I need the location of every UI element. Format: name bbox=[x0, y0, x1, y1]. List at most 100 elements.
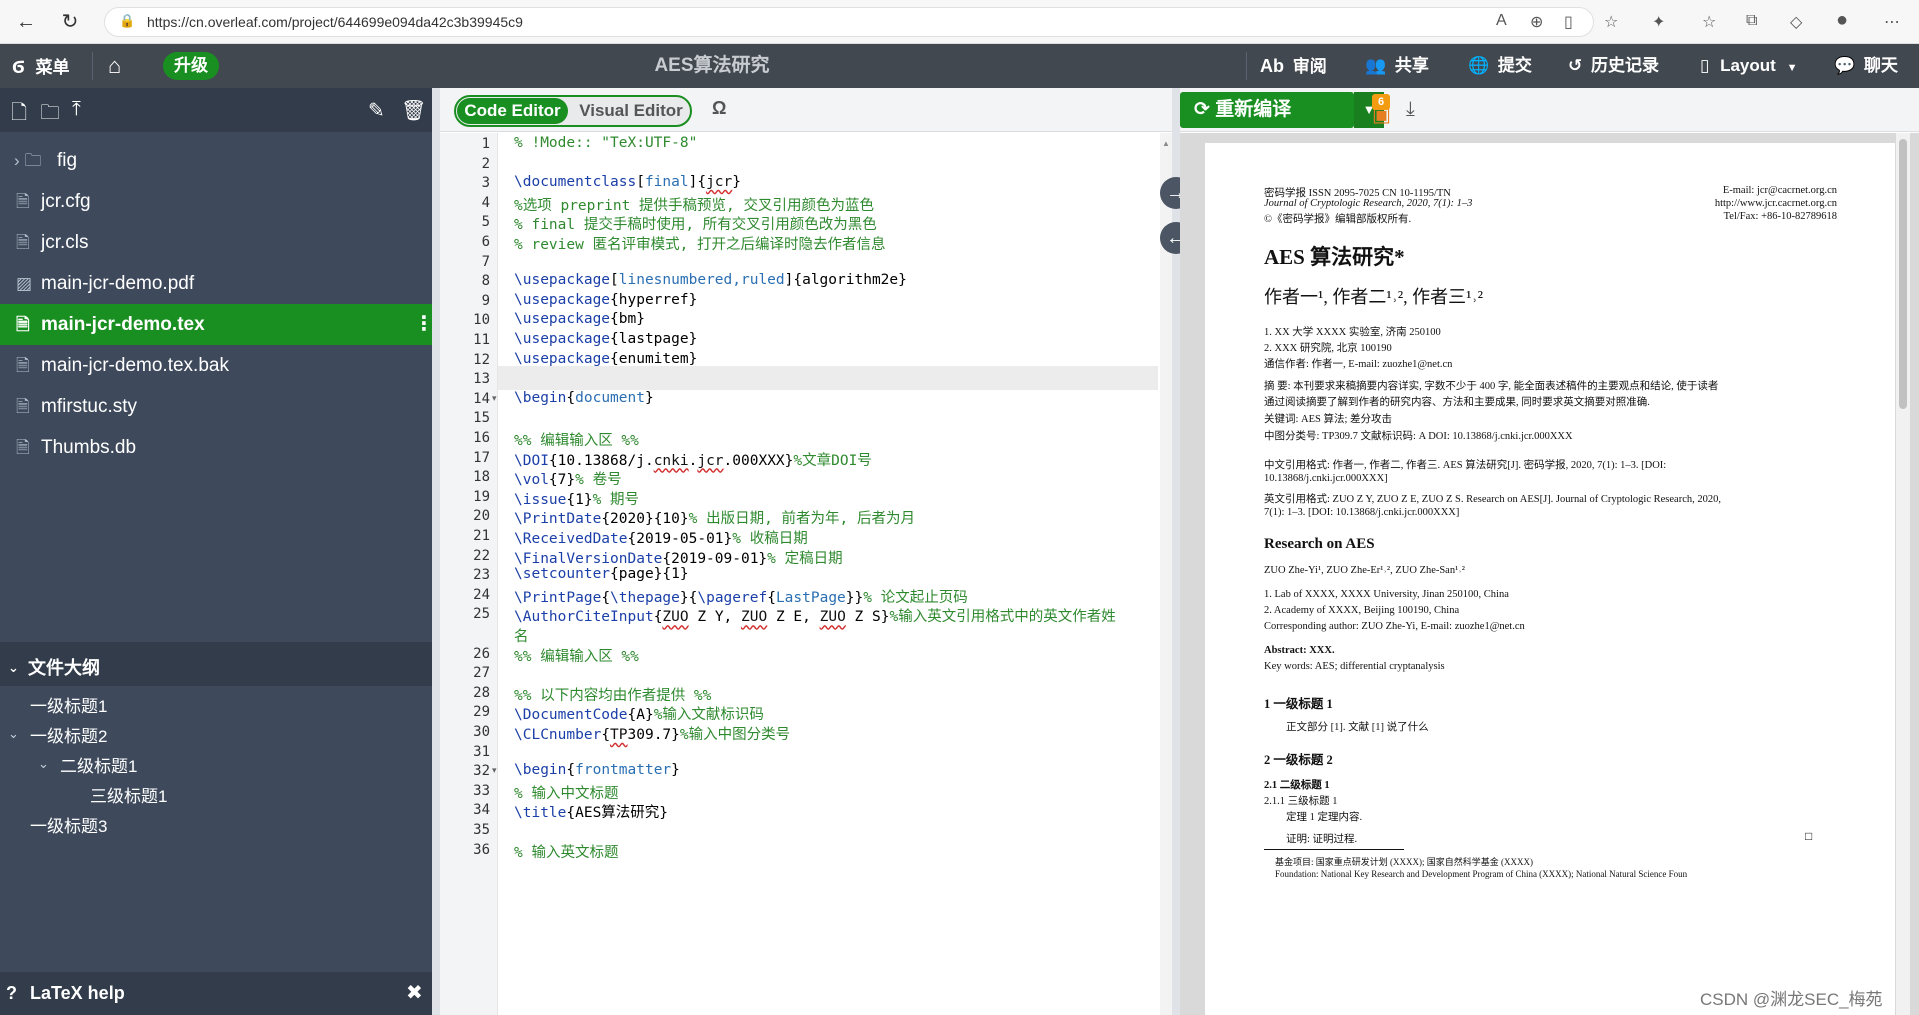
code-line[interactable]: \PrintPage{\thepage}{\pageref{LastPage}}… bbox=[514, 586, 968, 607]
pdf-preview[interactable]: 密码学报 ISSN 2095-7025 CN 10-1195/TN Journa… bbox=[1180, 133, 1919, 1015]
new-folder-icon[interactable]: 🗀 bbox=[40, 98, 60, 132]
outline-item[interactable]: 一级标题3 bbox=[30, 812, 107, 842]
code-line[interactable]: %% 编辑输入区 %% bbox=[514, 429, 639, 450]
code-line[interactable]: \usepackage{bm} bbox=[514, 311, 645, 327]
review-button[interactable]: Ab 审阅 bbox=[1260, 44, 1327, 88]
outline-item[interactable]: 三级标题1 bbox=[90, 782, 167, 812]
code-line[interactable]: %% 以下内容均由作者提供 %% bbox=[514, 684, 711, 705]
code-line[interactable]: \ReceivedDate{2019-05-01}% 收稿日期 bbox=[514, 527, 808, 548]
editor-scrollbar[interactable]: ▲ bbox=[1160, 133, 1172, 1015]
chevron-down-icon[interactable]: ⌄ bbox=[8, 719, 19, 749]
history-button[interactable]: ↺ 历史记录 bbox=[1568, 44, 1659, 88]
line-number: 5 bbox=[481, 214, 490, 231]
split-screen-icon[interactable]: ▯ bbox=[1564, 12, 1573, 32]
download-pdf-icon[interactable]: ⤓ bbox=[1406, 98, 1415, 121]
code-line[interactable]: \DOI{10.13868/j.cnki.jcr.000XXX}%文章DOI号 bbox=[514, 449, 872, 470]
visual-editor-tab[interactable]: Visual Editor bbox=[576, 98, 686, 124]
zoom-icon[interactable]: ⊕ bbox=[1530, 12, 1543, 32]
line-number: 13 bbox=[473, 371, 490, 388]
code-line[interactable]: \FinalVersionDate{2019-09-01}% 定稿日期 bbox=[514, 547, 843, 568]
code-line[interactable]: \usepackage{hyperref} bbox=[514, 292, 697, 308]
layout-button[interactable]: ▯ Layout ▼ bbox=[1700, 44, 1797, 88]
close-icon[interactable]: ✖ bbox=[406, 972, 423, 1015]
file-item[interactable]: 🗎 main-jcr-demo.tex ⋮ bbox=[0, 304, 434, 345]
code-line[interactable]: % !Mode:: "TeX:UTF-8" bbox=[514, 135, 697, 151]
code-line[interactable]: % 输入英文标题 bbox=[514, 841, 618, 862]
code-line[interactable]: \begin{frontmatter} bbox=[514, 762, 680, 778]
file-item[interactable]: 🗎 main-jcr-demo.tex.bak bbox=[0, 345, 432, 386]
pdf-scrollbar[interactable] bbox=[1896, 133, 1910, 1015]
code-line[interactable]: \CLCnumber{TP309.7}%输入中图分类号 bbox=[514, 723, 790, 744]
code-line[interactable]: % 输入中文标题 bbox=[514, 782, 618, 803]
share-button[interactable]: 👥 共享 bbox=[1365, 44, 1429, 88]
file-menu-kebab-icon[interactable]: ⋮ bbox=[414, 304, 434, 345]
code-line[interactable]: %选项 preprint 提供手稿预览, 交叉引用颜色为蓝色 bbox=[514, 194, 874, 215]
code-editor[interactable]: % !Mode:: "TeX:UTF-8"\documentclass[fina… bbox=[498, 133, 1158, 1015]
code-line[interactable]: \usepackage{enumitem} bbox=[514, 351, 697, 367]
home-icon[interactable]: ⌂ bbox=[108, 44, 121, 88]
code-line[interactable]: \setcounter{page}{1} bbox=[514, 566, 689, 582]
outline-item[interactable]: ⌄ 一级标题2 bbox=[8, 722, 107, 752]
active-line-highlight bbox=[498, 366, 1158, 391]
code-line[interactable]: \issue{1}% 期号 bbox=[514, 488, 639, 509]
outline-header[interactable]: ⌄ 文件大纲 bbox=[0, 650, 432, 686]
more-icon[interactable]: ⋯ bbox=[1884, 12, 1900, 32]
code-line[interactable]: \begin{document} bbox=[514, 390, 654, 406]
code-line-wrap[interactable]: 名 bbox=[514, 625, 529, 646]
back-icon[interactable]: ← bbox=[14, 10, 38, 34]
code-line[interactable]: \title{AES算法研究} bbox=[514, 801, 668, 822]
scroll-up-arrow-icon[interactable]: ▲ bbox=[1162, 139, 1170, 149]
favorite-icon[interactable]: ☆ bbox=[1604, 12, 1618, 32]
collections-icon[interactable]: ⧉ bbox=[1746, 12, 1757, 30]
rename-pencil-icon[interactable]: ✎ bbox=[368, 98, 385, 123]
browser-essentials-icon[interactable]: ◇ bbox=[1790, 12, 1802, 32]
code-line[interactable]: \documentclass[final]{jcr} bbox=[514, 174, 741, 190]
code-line[interactable]: \usepackage[linesnumbered,ruled]{algorit… bbox=[514, 272, 907, 288]
read-aloud-icon[interactable]: A bbox=[1496, 12, 1507, 30]
code-editor-tab[interactable]: Code Editor bbox=[457, 98, 568, 124]
reload-icon[interactable]: ↻ bbox=[58, 10, 82, 34]
code-line[interactable]: % final 提交手稿时使用, 所有交叉引用颜色改为黑色 bbox=[514, 213, 877, 234]
symbol-palette-button[interactable]: Ω bbox=[712, 98, 726, 119]
upgrade-button[interactable]: 升级 bbox=[163, 52, 219, 80]
file-item[interactable]: 🗎 jcr.cls bbox=[0, 222, 432, 263]
pdf-scroll-thumb[interactable] bbox=[1899, 139, 1907, 409]
file-item[interactable]: 🗎 Thumbs.db bbox=[0, 427, 432, 468]
code-line[interactable]: \vol{7}% 卷号 bbox=[514, 468, 622, 489]
file-item[interactable]: 🗎 mfirstuc.sty bbox=[0, 386, 432, 427]
code-line[interactable]: \DocumentCode{A}%输入文献标识码 bbox=[514, 703, 764, 724]
address-bar[interactable]: 🔒 https://cn.overleaf.com/project/644699… bbox=[104, 7, 1594, 37]
project-title[interactable]: AES算法研究 bbox=[600, 44, 824, 88]
file-item[interactable]: 🗎 jcr.cfg bbox=[0, 181, 432, 222]
latex-help-bar[interactable]: ? LaTeX help ✖ bbox=[0, 972, 432, 1015]
code-line[interactable]: %% 编辑输入区 %% bbox=[514, 645, 639, 666]
browser-toolbar: ← ↻ 🔒 https://cn.overleaf.com/project/64… bbox=[0, 0, 1919, 44]
code-line[interactable]: % review 匿名评审模式, 打开之后编译时隐去作者信息 bbox=[514, 233, 886, 254]
submit-button[interactable]: 🌐 提交 bbox=[1468, 44, 1532, 88]
english-title: Research on AES bbox=[1264, 536, 1375, 552]
extensions-icon[interactable]: ✦ bbox=[1652, 12, 1665, 32]
favorites-icon[interactable]: ☆ bbox=[1702, 12, 1716, 32]
layout-label: Layout bbox=[1720, 56, 1776, 75]
fold-toggle-icon[interactable]: ▾ bbox=[492, 765, 497, 776]
line-number: 14 bbox=[473, 390, 490, 407]
code-line[interactable]: \usepackage{lastpage} bbox=[514, 331, 697, 347]
left-panel-divider[interactable] bbox=[432, 88, 440, 1015]
new-file-icon[interactable]: 🗋 bbox=[11, 98, 27, 132]
code-line[interactable]: \AuthorCiteInput{ZUO Z Y, ZUO Z E, ZUO Z… bbox=[514, 605, 1116, 626]
chat-button[interactable]: 💬 聊天 bbox=[1834, 44, 1898, 88]
file-item[interactable]: ▨ main-jcr-demo.pdf bbox=[0, 263, 432, 304]
menu-button[interactable]: ϭ 菜单 bbox=[12, 44, 69, 88]
separator bbox=[1246, 52, 1247, 80]
code-line[interactable]: \PrintDate{2020}{10}% 出版日期, 前者为年, 后者为月 bbox=[514, 507, 915, 528]
chevron-down-icon[interactable]: ⌄ bbox=[38, 749, 49, 779]
upload-icon[interactable]: ⤒ bbox=[72, 98, 81, 121]
recompile-button[interactable]: ⟳ 重新编译 bbox=[1180, 92, 1354, 128]
profile-icon[interactable]: ● bbox=[1836, 9, 1848, 32]
outline-item[interactable]: ⌄ 二级标题1 bbox=[38, 752, 137, 782]
line-number: 16 bbox=[473, 430, 490, 446]
outline-item[interactable]: 一级标题1 bbox=[30, 692, 107, 722]
file-item[interactable]: › 🗀 fig bbox=[0, 140, 432, 181]
delete-trash-icon[interactable]: 🗑 bbox=[401, 98, 426, 123]
fold-toggle-icon[interactable]: ▾ bbox=[492, 393, 497, 404]
